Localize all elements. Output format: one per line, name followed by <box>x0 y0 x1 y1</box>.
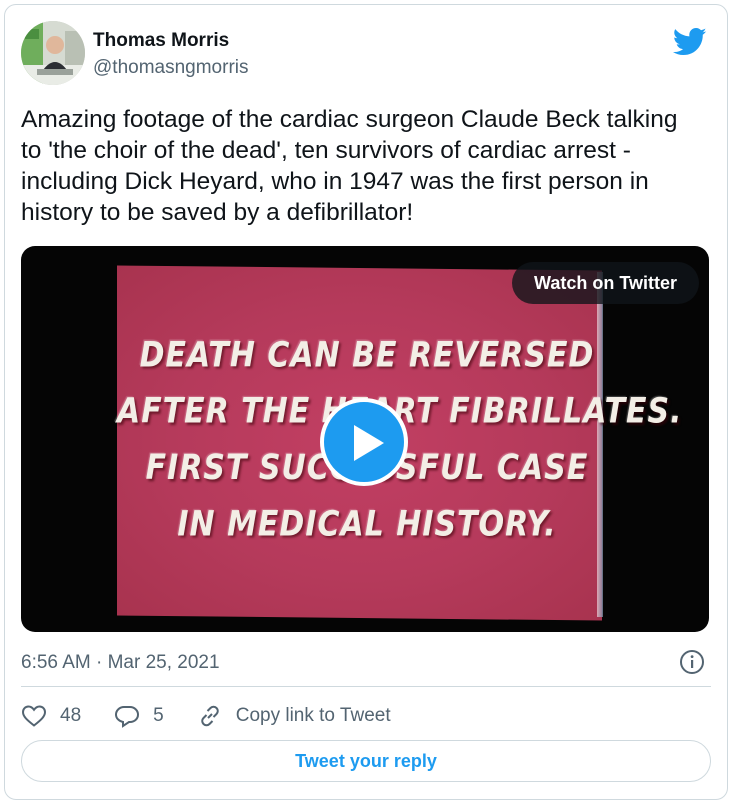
play-icon <box>354 425 384 461</box>
video-player[interactable]: DEATH CAN BE REVERSED AFTER THE HEART FI… <box>21 246 709 632</box>
info-icon[interactable] <box>679 649 705 675</box>
author-name[interactable]: Thomas Morris <box>93 30 229 52</box>
author-handle[interactable]: @thomasngmorris <box>93 57 249 79</box>
play-button[interactable] <box>320 398 408 486</box>
tweet-card: Thomas Morris @thomasngmorris Amazing fo… <box>4 4 728 800</box>
link-icon <box>200 705 219 727</box>
reply-count: 5 <box>153 705 164 726</box>
copy-link-button[interactable]: Copy link to Tweet <box>197 704 391 728</box>
like-button[interactable]: 48 <box>21 704 81 728</box>
avatar[interactable] <box>21 21 85 85</box>
tweet-actions: 48 5 Copy link to Tweet <box>21 701 424 731</box>
tweet-text: Amazing footage of the cardiac surgeon C… <box>21 106 678 226</box>
divider <box>21 686 711 687</box>
caption-line: IN MEDICAL HISTORY. <box>177 504 557 545</box>
heart-icon <box>21 705 47 727</box>
twitter-bird-icon[interactable] <box>672 27 707 57</box>
like-count: 48 <box>60 705 82 726</box>
copy-link-label: Copy link to Tweet <box>235 705 391 726</box>
watch-on-twitter-button[interactable]: Watch on Twitter <box>512 262 699 304</box>
caption-line: DEATH CAN BE REVERSED <box>139 335 595 376</box>
reply-button[interactable]: 5 <box>114 704 164 728</box>
tweet-timestamp[interactable]: 6:56 AM · Mar 25, 2021 <box>21 652 220 674</box>
reply-icon <box>115 706 140 728</box>
avatar-image <box>21 21 85 85</box>
tweet-your-reply-button[interactable]: Tweet your reply <box>21 740 711 782</box>
